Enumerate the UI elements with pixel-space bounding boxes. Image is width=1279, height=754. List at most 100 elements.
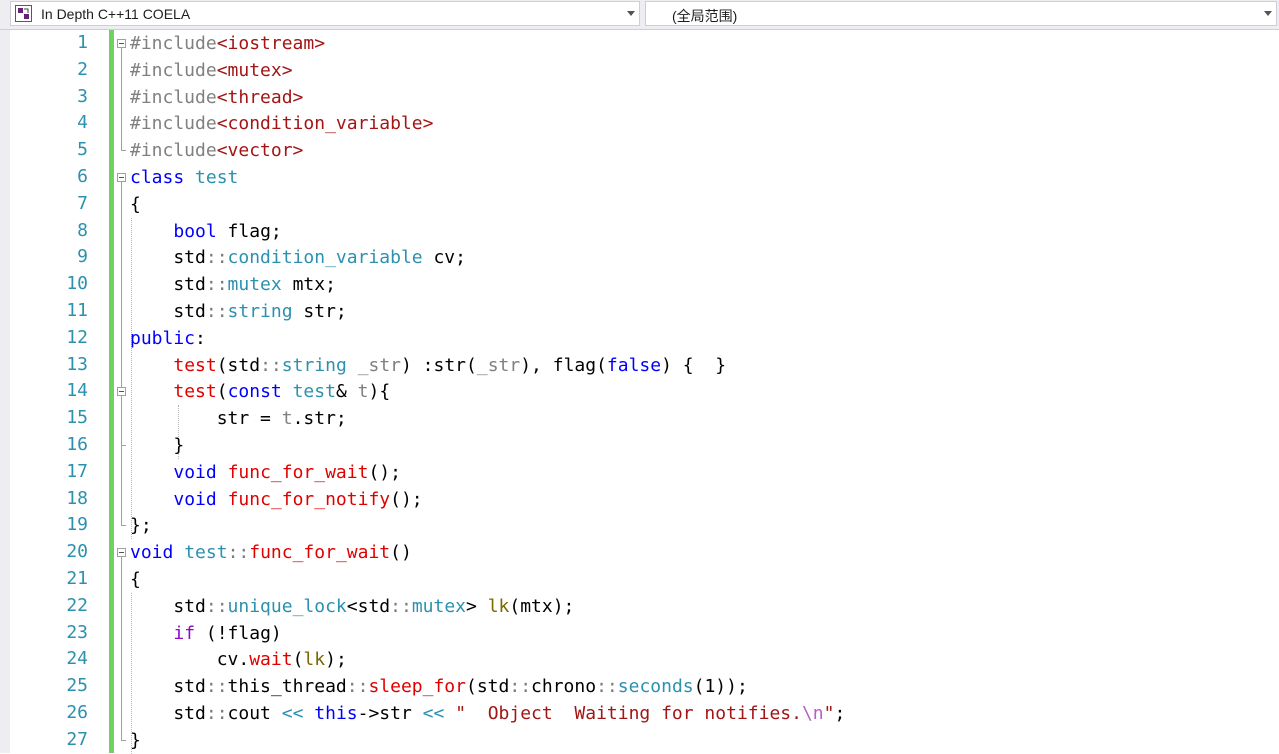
- line-number: 25: [66, 675, 88, 697]
- line-number: 3: [77, 85, 88, 107]
- line-number: 13: [66, 353, 88, 375]
- code-token: {: [130, 193, 141, 215]
- code-line[interactable]: std::unique_lock<std::mutex> lk(mtx);: [130, 593, 574, 620]
- line-number: 12: [66, 326, 88, 348]
- code-token: (std: [466, 676, 510, 698]
- code-token: if: [173, 622, 196, 644]
- fold-end: [121, 525, 126, 527]
- fold-line: [121, 182, 122, 526]
- code-token: std: [130, 247, 206, 269]
- code-token: lk: [303, 649, 326, 671]
- code-token: ::: [205, 301, 228, 322]
- code-token: );: [325, 649, 347, 671]
- code-line[interactable]: public:: [130, 325, 206, 352]
- collapse-toggle[interactable]: [117, 173, 126, 182]
- code-token: chrono: [531, 676, 597, 698]
- code-token: &: [335, 381, 358, 403]
- code-token: ();: [390, 488, 423, 510]
- code-line[interactable]: #include<mutex>: [130, 57, 293, 84]
- code-token: std: [130, 703, 206, 724]
- fold-line: [121, 557, 122, 740]
- code-line[interactable]: };: [130, 512, 152, 539]
- code-line[interactable]: class test: [130, 164, 238, 191]
- code-token: flag;: [216, 220, 282, 242]
- code-line[interactable]: std::mutex mtx;: [130, 271, 336, 298]
- chevron-down-icon[interactable]: [627, 11, 635, 16]
- code-line[interactable]: std::string str;: [130, 298, 346, 325]
- line-number: 2: [77, 58, 88, 80]
- code-token: mutex: [227, 274, 282, 296]
- code-line[interactable]: }: [130, 727, 141, 754]
- code-line[interactable]: #include<condition_variable>: [130, 110, 433, 137]
- code-line[interactable]: #include<vector>: [130, 137, 303, 164]
- line-number: 14: [66, 380, 88, 402]
- code-token: void: [130, 542, 174, 564]
- code-line[interactable]: test(std::string _str) :str(_str), flag(…: [130, 352, 726, 379]
- code-token: .str;: [292, 408, 347, 430]
- code-token: #include: [130, 86, 217, 108]
- code-line[interactable]: std::condition_variable cv;: [130, 244, 466, 271]
- code-token: ) :str(: [401, 354, 477, 376]
- code-token: (: [292, 649, 304, 671]
- line-number: 9: [77, 246, 88, 268]
- code-line[interactable]: std::cout << this->str << " Object Waiti…: [130, 700, 845, 727]
- fold-end: [121, 739, 126, 741]
- collapse-toggle[interactable]: [117, 39, 126, 48]
- code-line[interactable]: #include<iostream>: [130, 30, 325, 57]
- code-line[interactable]: }: [130, 432, 184, 459]
- code-line[interactable]: #include<thread>: [130, 84, 303, 111]
- line-number: 15: [66, 407, 88, 429]
- fold-line: [121, 396, 122, 445]
- code-token: ::: [260, 354, 282, 376]
- code-editor[interactable]: 1 2 3 4 5 6 7 8 9 10 11 12 13 14 15 16 17 18 19 20 21 22 23 24 2…: [10, 30, 1279, 754]
- scope-dropdown[interactable]: (全局范围): [645, 1, 1277, 26]
- project-dropdown[interactable]: In Depth C++11 COELA: [10, 1, 640, 26]
- code-token: ;: [834, 703, 846, 724]
- chevron-down-icon[interactable]: [1264, 11, 1272, 16]
- code-token: test: [184, 542, 228, 564]
- code-token: false: [606, 354, 662, 376]
- code-token: test: [292, 381, 336, 403]
- code-line[interactable]: void test::func_for_wait(): [130, 539, 412, 566]
- code-token: #include: [130, 59, 217, 81]
- fold-end: [121, 150, 126, 152]
- code-token: cv.: [130, 649, 250, 671]
- code-token: t: [281, 408, 293, 430]
- collapse-toggle[interactable]: [117, 387, 126, 397]
- code-token: wait: [249, 649, 293, 671]
- code-token: >: [466, 595, 488, 617]
- navigation-bar: In Depth C++11 COELA (全局范围): [0, 0, 1279, 30]
- code-token: const: [227, 381, 282, 403]
- line-number: 21: [66, 568, 88, 589]
- code-line[interactable]: bool flag;: [130, 218, 282, 245]
- line-number: 20: [66, 541, 88, 563]
- line-number: 19: [66, 514, 88, 536]
- code-line[interactable]: test(const test& t){: [130, 378, 390, 405]
- code-token: func_for_wait: [249, 542, 391, 564]
- code-line[interactable]: void func_for_wait();: [130, 459, 401, 486]
- code-token: ->str: [357, 703, 423, 724]
- line-number: 11: [66, 300, 88, 321]
- code-line[interactable]: str = t.str;: [130, 405, 347, 432]
- code-line[interactable]: {: [130, 566, 141, 593]
- code-token: ::: [227, 542, 250, 564]
- collapse-toggle[interactable]: [117, 548, 126, 558]
- code-line[interactable]: void func_for_notify();: [130, 486, 423, 513]
- code-line[interactable]: {: [130, 191, 141, 218]
- code-token: string: [227, 301, 293, 322]
- code-token: ) { }: [661, 354, 727, 376]
- code-token: ::: [205, 703, 228, 724]
- code-line[interactable]: cv.wait(lk);: [130, 646, 347, 673]
- code-line[interactable]: if (!flag): [130, 620, 281, 647]
- code-line[interactable]: std::this_thread::sleep_for(std::chrono:…: [130, 673, 747, 700]
- code-token: <mutex>: [216, 59, 293, 81]
- code-token: ::: [205, 676, 228, 698]
- line-number: 5: [77, 139, 88, 161]
